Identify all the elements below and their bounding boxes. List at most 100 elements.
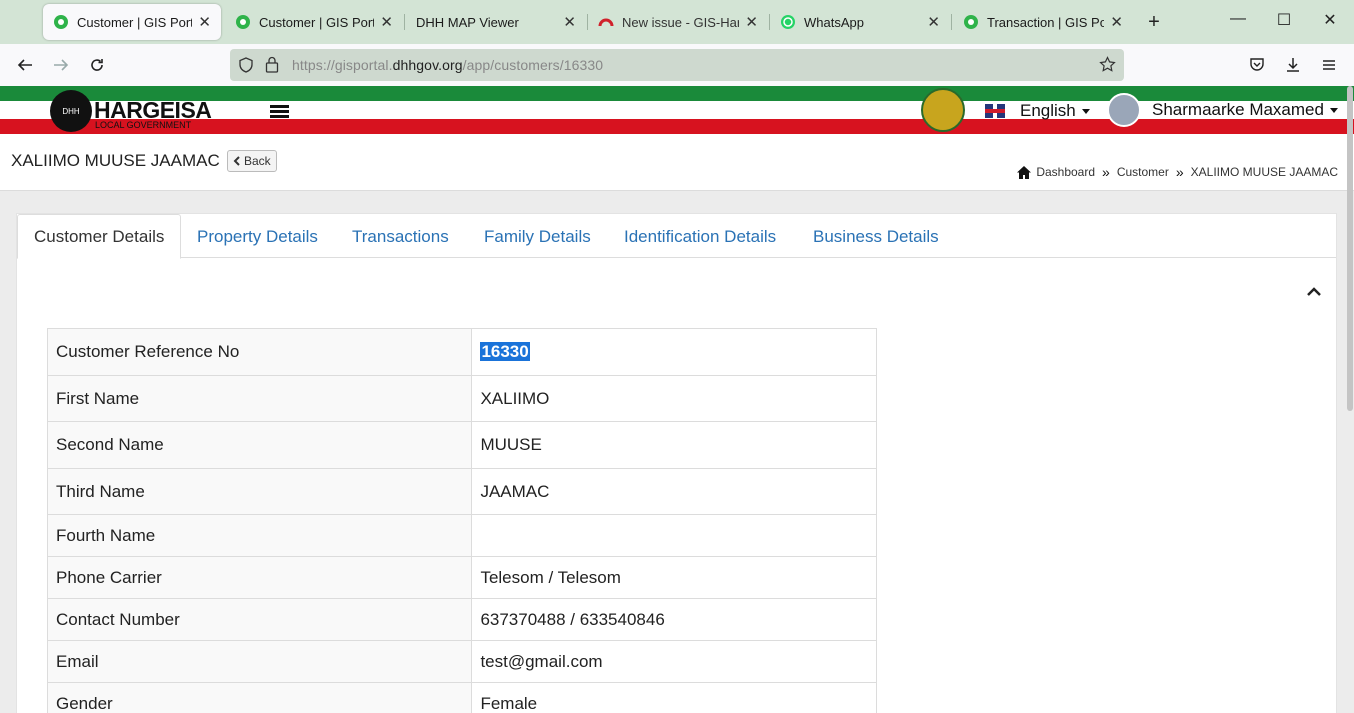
row-label: First Name	[46, 375, 473, 422]
row-value: XALIIMO	[471, 375, 877, 422]
tab-family-details[interactable]: Family Details	[468, 214, 607, 259]
whatsapp-icon	[780, 14, 796, 30]
breadcrumb-customer[interactable]: Customer	[1117, 165, 1169, 179]
close-icon[interactable]: ✕	[380, 13, 393, 31]
tab-title: Customer | GIS Portal	[259, 14, 375, 30]
row-label: Phone Carrier	[46, 556, 473, 599]
customer-details-table: Customer Reference No 16330 First Name X…	[46, 328, 877, 713]
table-row: Contact Number 637370488 / 633540846	[46, 598, 877, 641]
lock-icon[interactable]	[265, 56, 279, 78]
tab-separator	[951, 14, 952, 30]
minimize-icon[interactable]: —	[1226, 10, 1250, 28]
page-title-bar: XALIIMO MUUSE JAAMAC Back Dashboard » Cu…	[0, 134, 1354, 191]
close-icon[interactable]: ✕	[1110, 13, 1123, 31]
pocket-icon[interactable]	[1245, 53, 1269, 77]
menu-icon[interactable]	[1317, 53, 1341, 77]
table-row: Fourth Name	[46, 514, 877, 557]
browser-tab-new-issue[interactable]: New issue - GIS-Hargeisa ✕	[588, 4, 768, 40]
back-arrow-icon[interactable]	[13, 53, 37, 77]
browser-tab-bar: Customer | GIS Portal ✕ Customer | GIS P…	[0, 0, 1354, 44]
customer-card: Customer Details Property Details Transa…	[16, 213, 1337, 713]
window-close-icon[interactable]: ✕	[1318, 10, 1342, 30]
home-icon	[1017, 165, 1032, 179]
new-tab-icon[interactable]: +	[1142, 11, 1166, 34]
row-value: Telesom / Telesom	[471, 556, 877, 599]
row-value	[471, 514, 877, 557]
browser-nav-bar: https://gisportal.dhhgov.org/app/custome…	[0, 44, 1354, 86]
caret-down-icon	[1081, 108, 1090, 114]
close-icon[interactable]: ✕	[745, 13, 758, 31]
breadcrumb: Dashboard » Customer » XALIIMO MUUSE JAA…	[1017, 164, 1338, 180]
tab-transactions[interactable]: Transactions	[336, 214, 465, 259]
tab-property-details[interactable]: Property Details	[181, 214, 334, 259]
logo-subtitle: LOCAL GOVERNMENT	[95, 120, 192, 130]
page-scrollbar[interactable]	[1347, 86, 1353, 411]
breadcrumb-separator: »	[1175, 164, 1184, 180]
browser-tab-customer-2[interactable]: Customer | GIS Portal ✕	[225, 4, 403, 40]
tab-separator	[404, 14, 405, 30]
tab-title: New issue - GIS-Hargeisa	[622, 14, 740, 30]
content-tabs: Customer Details Property Details Transa…	[17, 214, 1336, 259]
tab-label: Transactions	[352, 226, 449, 246]
browser-tab-map-viewer[interactable]: DHH MAP Viewer ✕	[406, 4, 586, 40]
row-value: JAAMAC	[471, 468, 877, 515]
gis-portal-icon	[963, 14, 979, 30]
page-viewport: DHH HARGEISA LOCAL GOVERNMENT English Sh…	[0, 86, 1354, 713]
back-label: Back	[244, 154, 271, 168]
url-path: /app/customers/16330	[462, 57, 604, 73]
forward-arrow-icon[interactable]	[49, 53, 73, 77]
user-menu[interactable]: Sharmaarke Maxamed	[1107, 93, 1338, 127]
bookmark-star-icon[interactable]	[1099, 56, 1116, 78]
row-value: MUUSE	[471, 421, 877, 469]
table-row: Phone Carrier Telesom / Telesom	[46, 556, 877, 599]
row-label: Third Name	[46, 468, 473, 515]
row-value: test@gmail.com	[471, 640, 877, 683]
tab-label: Family Details	[484, 226, 591, 246]
url-domain: dhhgov.org	[392, 57, 463, 73]
browser-tab-customer-1[interactable]: Customer | GIS Portal ✕	[43, 4, 221, 40]
close-icon[interactable]: ✕	[927, 13, 940, 31]
caret-down-icon	[1329, 107, 1338, 113]
tab-title: Transaction | GIS Portal	[987, 14, 1105, 30]
row-label: Second Name	[46, 421, 473, 469]
table-row: First Name XALIIMO	[46, 375, 877, 422]
tab-label: Identification Details	[624, 226, 777, 246]
user-name: Sharmaarke Maxamed	[1152, 100, 1324, 119]
table-row: Email test@gmail.com	[46, 640, 877, 683]
back-button[interactable]: Back	[227, 150, 277, 172]
shield-icon[interactable]	[238, 57, 254, 78]
chevron-left-icon	[233, 156, 240, 166]
close-icon[interactable]: ✕	[198, 13, 211, 31]
language-selector[interactable]: English	[985, 101, 1090, 121]
url-prefix: https://gisportal.	[292, 57, 393, 73]
tab-customer-details[interactable]: Customer Details	[17, 214, 182, 259]
tab-identification-details[interactable]: Identification Details	[608, 214, 792, 259]
collapse-chevron-up-icon[interactable]	[1307, 284, 1321, 296]
gitlab-icon	[598, 14, 614, 30]
table-row: Third Name JAAMAC	[46, 468, 877, 515]
tab-business-details[interactable]: Business Details	[797, 214, 955, 259]
avatar	[1107, 93, 1141, 127]
national-emblem-icon	[921, 88, 965, 132]
address-bar[interactable]: https://gisportal.dhhgov.org/app/custome…	[230, 49, 1124, 81]
table-row: Gender Female	[46, 682, 877, 713]
browser-tab-transaction[interactable]: Transaction | GIS Portal ✕	[953, 4, 1133, 40]
maximize-icon[interactable]: ☐	[1272, 10, 1296, 30]
logo-mark: DHH	[62, 106, 80, 116]
download-icon[interactable]	[1281, 53, 1305, 77]
breadcrumb-dashboard[interactable]: Dashboard	[1036, 165, 1095, 179]
close-icon[interactable]: ✕	[563, 13, 576, 31]
tab-label: Customer Details	[34, 226, 165, 246]
customer-ref-value[interactable]: 16330	[480, 342, 530, 361]
hamburger-menu-icon[interactable]	[270, 105, 289, 120]
table-row: Second Name MUUSE	[46, 421, 877, 469]
browser-tab-whatsapp[interactable]: WhatsApp ✕	[770, 4, 950, 40]
row-label: Gender	[46, 682, 473, 713]
gis-portal-icon	[235, 14, 251, 30]
url-text[interactable]: https://gisportal.dhhgov.org/app/custome…	[292, 57, 603, 73]
reload-icon[interactable]	[85, 53, 109, 77]
site-logo[interactable]: DHH HARGEISA LOCAL GOVERNMENT	[50, 90, 212, 132]
row-value: Female	[471, 682, 877, 713]
row-value: 637370488 / 633540846	[471, 598, 877, 641]
logo-emblem-icon: DHH	[50, 90, 92, 132]
